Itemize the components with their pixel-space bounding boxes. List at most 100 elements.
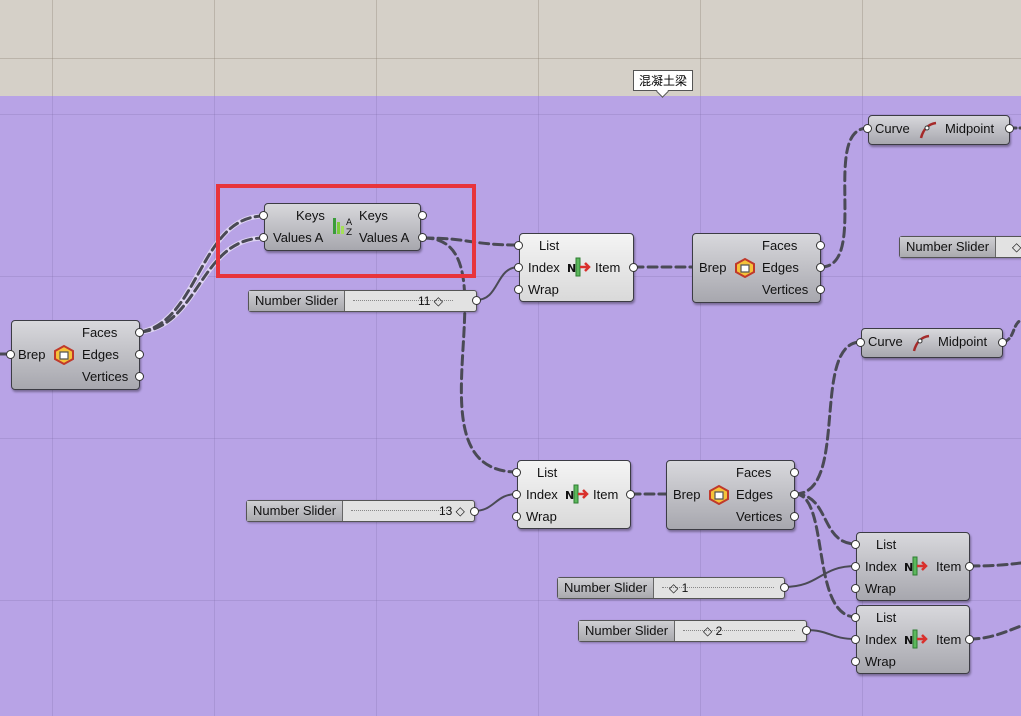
slider-name: Number Slider [558, 578, 655, 598]
output-port[interactable] [790, 512, 799, 521]
output-port[interactable] [816, 263, 825, 272]
curve-midpoint-1[interactable]: Curve Midpoint [868, 115, 1010, 145]
slider-value[interactable]: ◇ 1 [669, 578, 688, 598]
number-slider-2[interactable]: Number Slider ◇ 2 [578, 620, 807, 642]
input-port[interactable] [863, 124, 872, 133]
number-slider-13[interactable]: Number Slider 13 ◇ [246, 500, 475, 522]
index-input-label: Index [865, 559, 897, 574]
slider-name: Number Slider [900, 237, 997, 257]
item-output-label: Item [593, 487, 619, 502]
number-slider-partial[interactable]: Number Slider ◇ [899, 236, 1021, 258]
midpoint-output-label: Midpoint [945, 121, 995, 136]
item-output-label: Item [936, 632, 962, 647]
selection-highlight [216, 184, 476, 278]
input-port[interactable] [856, 338, 865, 347]
curve-midpoint-icon [918, 120, 938, 145]
output-port[interactable] [135, 328, 144, 337]
vertices-output-label: Vertices [736, 509, 783, 524]
input-port[interactable] [514, 263, 523, 272]
input-port[interactable] [851, 584, 860, 593]
list-item-component-4[interactable]: List Index Wrap Item N [856, 605, 970, 674]
input-port[interactable] [851, 562, 860, 571]
svg-text:N: N [567, 262, 576, 275]
list-input-label: List [539, 238, 560, 253]
list-item-icon: N [904, 628, 928, 655]
output-port[interactable] [780, 583, 789, 592]
number-slider-11[interactable]: Number Slider 11 ◇ [248, 290, 477, 312]
wrap-input-label: Wrap [528, 282, 559, 297]
wrap-input-label: Wrap [865, 581, 896, 596]
input-port[interactable] [6, 350, 15, 359]
output-port[interactable] [816, 285, 825, 294]
wrap-input-label: Wrap [865, 654, 896, 669]
midpoint-output-label: Midpoint [938, 334, 988, 349]
deconstruct-brep-1[interactable]: Brep Faces Edges Vertices [692, 233, 821, 303]
input-port[interactable] [851, 635, 860, 644]
list-item-component-3[interactable]: List Index Wrap Item N [856, 532, 970, 601]
output-port[interactable] [1005, 124, 1014, 133]
slider-track[interactable] [351, 510, 451, 511]
slider-name: Number Slider [247, 501, 344, 521]
output-port[interactable] [135, 372, 144, 381]
brep-deconstruct-icon [52, 343, 76, 370]
grasshopper-canvas[interactable]: 混凝土梁 Brep Faces Edges Vertices Keys Valu… [0, 0, 1021, 716]
item-output-label: Item [595, 260, 621, 275]
list-input-label: List [876, 610, 897, 625]
slider-name: Number Slider [579, 621, 676, 641]
output-port[interactable] [816, 241, 825, 250]
input-port[interactable] [851, 613, 860, 622]
faces-output-label: Faces [762, 238, 798, 253]
slider-value[interactable]: 11 ◇ [418, 291, 443, 311]
list-item-icon: N [904, 555, 928, 582]
output-port[interactable] [802, 626, 811, 635]
slider-value[interactable]: ◇ [1012, 237, 1021, 257]
slider-name: Number Slider [249, 291, 346, 311]
curve-input-label: Curve [875, 121, 910, 136]
slider-value[interactable]: ◇ 2 [703, 621, 722, 641]
brep-input-label: Brep [18, 347, 46, 362]
output-port[interactable] [472, 296, 481, 305]
curve-input-label: Curve [868, 334, 903, 349]
curve-midpoint-2[interactable]: Curve Midpoint [861, 328, 1003, 358]
output-port[interactable] [965, 562, 974, 571]
list-item-component-1[interactable]: List Index Wrap Item N [519, 233, 634, 302]
vertices-output-label: Vertices [762, 282, 809, 297]
svg-text:N: N [904, 634, 913, 647]
index-input-label: Index [865, 632, 897, 647]
input-port[interactable] [512, 512, 521, 521]
list-input-label: List [876, 537, 897, 552]
output-port[interactable] [965, 635, 974, 644]
input-port[interactable] [514, 285, 523, 294]
list-item-component-2[interactable]: List Index Wrap Item N [517, 460, 631, 529]
input-port[interactable] [512, 468, 521, 477]
number-slider-1[interactable]: Number Slider ◇ 1 [557, 577, 785, 599]
wrap-input-label: Wrap [526, 509, 557, 524]
output-port[interactable] [998, 338, 1007, 347]
index-input-label: Index [528, 260, 560, 275]
input-port[interactable] [512, 490, 521, 499]
deconstruct-brep-2[interactable]: Brep Faces Edges Vertices [666, 460, 795, 530]
curve-midpoint-icon [911, 333, 931, 358]
index-input-label: Index [526, 487, 558, 502]
list-input-label: List [537, 465, 558, 480]
input-port[interactable] [514, 241, 523, 250]
edges-output-label: Edges [82, 347, 119, 362]
output-port[interactable] [629, 263, 638, 272]
input-port[interactable] [851, 657, 860, 666]
list-item-icon: N [565, 483, 589, 510]
deconstruct-brep-left[interactable]: Brep Faces Edges Vertices [11, 320, 140, 390]
edges-output-label: Edges [762, 260, 799, 275]
faces-output-label: Faces [82, 325, 118, 340]
vertices-output-label: Vertices [82, 369, 129, 384]
output-port[interactable] [135, 350, 144, 359]
brep-input-label: Brep [673, 487, 701, 502]
slider-track[interactable] [683, 630, 795, 631]
output-port[interactable] [470, 507, 479, 516]
output-port[interactable] [790, 468, 799, 477]
input-port[interactable] [851, 540, 860, 549]
output-port[interactable] [790, 490, 799, 499]
edges-output-label: Edges [736, 487, 773, 502]
slider-value[interactable]: 13 ◇ [439, 501, 465, 521]
output-port[interactable] [626, 490, 635, 499]
brep-deconstruct-icon [733, 256, 757, 283]
